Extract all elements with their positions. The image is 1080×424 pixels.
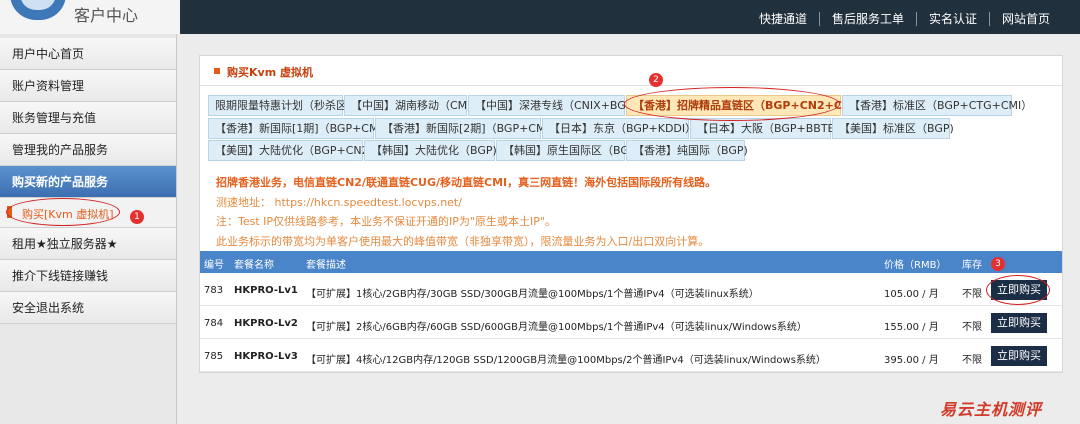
col-header-id: 编号 <box>204 260 224 271</box>
cell-price: 395.00 / 月 <box>884 355 939 366</box>
tab-hunan-mobile[interactable]: 【中国】湖南移动（CM） <box>344 95 478 116</box>
tab-kr-native[interactable]: 【韩国】原生国际区（BGP) <box>496 140 640 161</box>
annotation-oval-1 <box>6 198 120 226</box>
cell-desc: 【可扩展】4核心/12GB内存/120GB SSD/1200GB月流量@100M… <box>306 355 826 366</box>
cell-id: 784 <box>204 318 224 329</box>
cell-price: 105.00 / 月 <box>884 289 939 300</box>
table-row: 783 HKPRO-Lv1 【可扩展】1核心/2GB内存/30GB SSD/30… <box>200 275 1062 306</box>
col-header-name: 套餐名称 <box>234 260 274 271</box>
cell-name: HKPRO-Lv2 <box>234 318 298 329</box>
tab-hk-intl-1[interactable]: 【香港】新国际[1期]（BGP+CMI） <box>208 118 393 139</box>
cell-stock: 不限 <box>962 355 982 366</box>
annotation-oval-2 <box>624 87 840 121</box>
tab-hk-pure-intl[interactable]: 【香港】纯国际（BGP) <box>626 140 748 161</box>
annotation-oval-3 <box>986 275 1050 305</box>
notice-line-1: 招牌香港业务，电信直链CN2/联通直链CUG/移动直链CMI，真三网直链！海外包… <box>216 176 717 189</box>
table-header: 编号 套餐名称 套餐描述 价格（RMB） 库存 <box>200 251 1062 273</box>
tab-flash-sale[interactable]: 限期限量特惠计划（秒杀区） <box>208 95 358 116</box>
annotation-badge-1: 1 <box>130 210 144 224</box>
tab-hk-intl-2[interactable]: 【香港】新国际[2期]（BGP+CMI） <box>375 118 560 139</box>
tab-us-standard[interactable]: 【美国】标准区（BGP) <box>832 118 954 139</box>
cell-stock: 不限 <box>962 322 982 333</box>
logo[interactable]: 客户中心 <box>0 0 180 34</box>
panel-title: 购买Kvm 虚拟机 <box>227 66 313 79</box>
cell-name: HKPRO-Lv3 <box>234 351 298 362</box>
sidebar-item-logout[interactable]: 安全退出系统 <box>0 292 176 324</box>
annotation-badge-2: 2 <box>649 73 663 87</box>
cell-desc: 【可扩展】1核心/2GB内存/30GB SSD/300GB月流量@100Mbps… <box>306 289 759 300</box>
sidebar-item-dedicated[interactable]: 租用★独立服务器★ <box>0 228 176 260</box>
logo-text: 客户中心 <box>74 6 139 25</box>
col-header-price: 价格（RMB） <box>884 260 947 271</box>
logo-icon <box>10 0 66 20</box>
annotation-badge-3: 3 <box>991 257 1005 271</box>
tab-shenzhen-hk[interactable]: 【中国】深港专线（CNIX+BGP） <box>468 95 643 116</box>
top-nav: 快捷通道 售后服务工单 实名认证 网站首页 <box>747 10 1062 27</box>
sidebar: 用户中心首页 账户资料管理 账务管理与充值 管理我的产品服务 购买新的产品服务 … <box>0 34 177 424</box>
sidebar-item-account[interactable]: 账户资料管理 <box>0 70 176 102</box>
col-header-stock: 库存 <box>962 260 982 271</box>
sidebar-item-billing[interactable]: 账务管理与充值 <box>0 102 176 134</box>
nav-verification[interactable]: 实名认证 <box>917 10 989 27</box>
nav-home[interactable]: 网站首页 <box>990 10 1062 27</box>
buy-now-button[interactable]: 立即购买 <box>991 313 1047 333</box>
tab-hk-standard[interactable]: 【香港】标准区（BGP+CTG+CMI） <box>842 95 1032 116</box>
nav-support-ticket[interactable]: 售后服务工单 <box>820 10 916 27</box>
cell-id: 783 <box>204 285 224 296</box>
nav-quick-access[interactable]: 快捷通道 <box>747 10 819 27</box>
buy-now-button[interactable]: 立即购买 <box>991 346 1047 366</box>
notice-line-3: 注：Test IP仅供线路参考，本业务不保证开通的IP为"原生或本土IP"。 <box>216 215 556 228</box>
notice-line-4: 此业务标示的带宽均为单客户使用最大的峰值带宽（非独享带宽），限流量业务为入口/出… <box>216 235 710 248</box>
table-row: 785 HKPRO-Lv3 【可扩展】4核心/12GB内存/120GB SSD/… <box>200 341 1062 372</box>
cell-stock: 不限 <box>962 289 982 300</box>
sidebar-item-referral[interactable]: 推介下线链接赚钱 <box>0 260 176 292</box>
sidebar-item-home[interactable]: 用户中心首页 <box>0 38 176 70</box>
sidebar-item-my-products[interactable]: 管理我的产品服务 <box>0 134 176 166</box>
title-marker-icon <box>214 68 220 74</box>
sidebar-item-buy-products[interactable]: 购买新的产品服务 <box>0 166 176 198</box>
cell-id: 785 <box>204 351 224 362</box>
tab-jp-tokyo[interactable]: 【日本】东京（BGP+KDDI） <box>542 118 696 139</box>
watermark: 易云主机测评 <box>940 400 1043 419</box>
tab-us-optimized[interactable]: 【美国】大陆优化（BGP+CN2） <box>208 140 380 161</box>
tab-jp-osaka[interactable]: 【日本】大阪（BGP+BBTEC） <box>690 118 853 139</box>
panel-header: 购买Kvm 虚拟机 <box>200 56 1062 86</box>
cell-desc: 【可扩展】2核心/6GB内存/60GB SSD/600GB月流量@100Mbps… <box>306 322 807 333</box>
tab-kr-optimized[interactable]: 【韩国】大陆优化（BGP) <box>364 140 497 161</box>
cell-price: 155.00 / 月 <box>884 322 939 333</box>
table-row: 784 HKPRO-Lv2 【可扩展】2核心/6GB内存/60GB SSD/60… <box>200 308 1062 339</box>
top-bar: 客户中心 快捷通道 售后服务工单 实名认证 网站首页 <box>0 0 1080 34</box>
col-header-desc: 套餐描述 <box>306 260 346 271</box>
notice-line-2[interactable]: 测速地址： https://hkcn.speedtest.locvps.net/ <box>216 194 462 210</box>
cell-name: HKPRO-Lv1 <box>234 285 298 296</box>
